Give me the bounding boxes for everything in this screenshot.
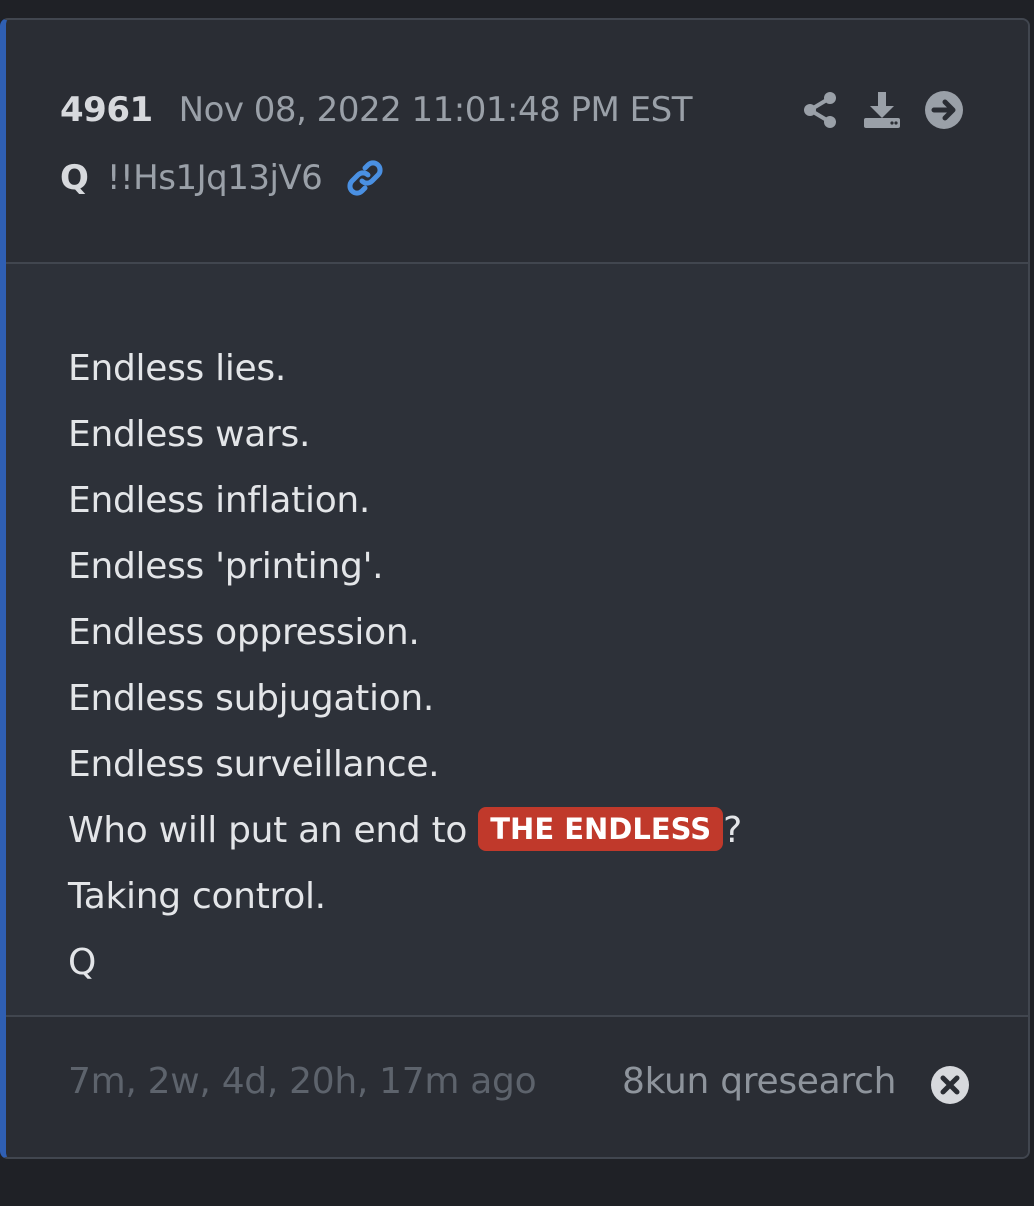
arrow-right-circle-icon[interactable] <box>924 90 964 130</box>
post-header: 4961 Nov 08, 2022 11:01:48 PM EST Q !!Hs… <box>6 20 1028 264</box>
post-line: Endless inflation. <box>68 480 371 521</box>
post-card: 4961 Nov 08, 2022 11:01:48 PM EST Q !!Hs… <box>0 18 1030 1159</box>
post-line: Endless wars. <box>68 414 311 455</box>
post-tripcode: !!Hs1Jq13jV6 <box>106 158 323 198</box>
close-circle-icon[interactable] <box>930 1065 970 1105</box>
question-suffix: ? <box>723 810 742 851</box>
post-actions <box>800 90 964 130</box>
post-footer: 7m, 2w, 4d, 20h, 17m ago 8kun qresearch <box>6 1015 1028 1157</box>
post-meta-row: 4961 Nov 08, 2022 11:01:48 PM EST <box>60 88 693 132</box>
post-question-line: Who will put an end to THE ENDLESS? <box>68 798 988 864</box>
post-line: Endless oppression. <box>68 612 420 653</box>
post-author-row: Q !!Hs1Jq13jV6 <box>60 156 386 200</box>
post-line: Endless surveillance. <box>68 744 440 785</box>
post-line: Endless subjugation. <box>68 678 435 719</box>
post-line: Endless lies. <box>68 348 286 389</box>
link-icon[interactable] <box>344 157 386 199</box>
post-date: Nov 08, 2022 11:01:48 PM EST <box>178 90 693 130</box>
post-number: 4961 <box>60 90 153 130</box>
post-source[interactable]: 8kun qresearch <box>622 1061 896 1102</box>
share-icon[interactable] <box>800 90 840 130</box>
post-signature: Q <box>68 942 97 983</box>
question-prefix: Who will put an end to <box>68 810 479 851</box>
download-icon[interactable] <box>862 90 902 130</box>
post-line: Taking control. <box>68 876 326 917</box>
post-body: Endless lies. Endless wars. Endless infl… <box>68 336 988 996</box>
highlight-tag: THE ENDLESS <box>478 807 724 851</box>
post-age: 7m, 2w, 4d, 20h, 17m ago <box>68 1061 537 1102</box>
post-line: Endless 'printing'. <box>68 546 384 587</box>
post-author: Q <box>60 158 89 198</box>
